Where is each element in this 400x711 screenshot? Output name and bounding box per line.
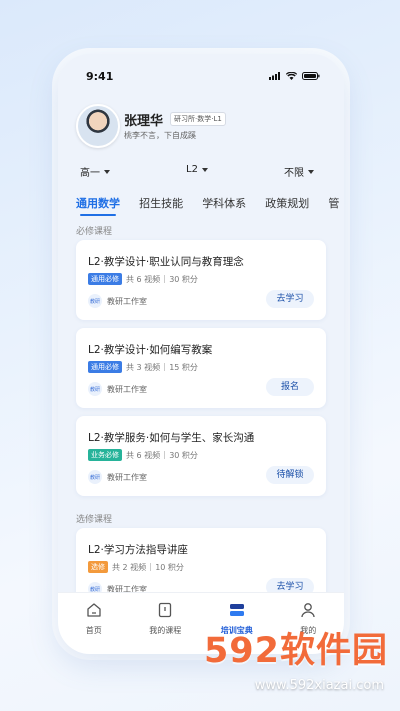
user-name: 张理华 <box>124 114 164 129</box>
enroll-button[interactable]: 报名 <box>266 378 314 396</box>
tab-general-math[interactable]: 通用数学 <box>76 195 120 216</box>
tabbar-home-label: 首页 <box>85 626 102 635</box>
grade-filter-label: 高一 <box>80 168 100 179</box>
course-card[interactable]: L2·教学服务·如何与学生、家长沟通 业务必修 共 6 视频 30 积分 教研 … <box>76 416 326 496</box>
org-name: 教研工作室 <box>107 472 147 482</box>
training-icon <box>229 604 244 616</box>
course-card[interactable]: L2·教学设计·职业认同与教育理念 通用必修 共 6 视频 30 积分 教研 教… <box>76 240 326 320</box>
tab-subject-system[interactable]: 学科体系 <box>202 195 246 211</box>
org-name: 教研工作室 <box>107 296 147 306</box>
points: 30 积分 <box>169 274 198 284</box>
points: 15 积分 <box>169 362 198 372</box>
course-org: 教研 教研工作室 <box>88 294 147 308</box>
avatar[interactable] <box>76 104 120 148</box>
course-org: 教研 教研工作室 <box>88 382 147 396</box>
video-count: 共 2 视频 <box>112 562 147 572</box>
tabbar-home[interactable]: 首页 <box>66 601 122 654</box>
tab-enrollment-skills[interactable]: 招生技能 <box>139 195 183 211</box>
category-tabs: 通用数学 招生技能 学科体系 政策规划 管 <box>76 192 344 220</box>
course-tag: 选修 <box>88 561 108 573</box>
home-icon <box>87 603 101 617</box>
filter-bar: 高一 L2 不限 <box>58 164 344 182</box>
divider <box>150 563 152 571</box>
course-tag: 通用必修 <box>88 273 122 285</box>
grade-filter[interactable]: 高一 <box>80 164 110 179</box>
tabbar-my-courses[interactable]: 我的课程 <box>137 601 193 654</box>
elective-section-label: 选修课程 <box>76 515 113 525</box>
course-card[interactable]: L2·教学设计·如何编写教案 通用必修 共 3 视频 15 积分 教研 教研工作… <box>76 328 326 408</box>
org-logo-icon: 教研 <box>88 470 102 484</box>
battery-icon <box>302 72 320 80</box>
course-meta: 通用必修 共 6 视频 30 积分 <box>88 273 198 285</box>
phone-frame: 9:41 张理华 研习所·数学·L1 桃李不言，下自成蹊 高一 L2 不限 通用… <box>58 54 344 654</box>
divider <box>164 451 166 459</box>
locked-button[interactable]: 待解锁 <box>266 466 314 484</box>
video-count: 共 6 视频 <box>126 274 161 284</box>
watermark-brand: 592软件园 <box>203 631 388 671</box>
course-meta: 通用必修 共 3 视频 15 积分 <box>88 361 198 373</box>
points: 30 积分 <box>169 450 198 460</box>
video-count: 共 3 视频 <box>126 362 161 372</box>
course-tag: 业务必修 <box>88 449 122 461</box>
wifi-icon <box>286 72 297 80</box>
course-title: L2·教学设计·如何编写教案 <box>88 344 213 356</box>
required-section-label: 必修课程 <box>76 227 113 237</box>
chevron-down-icon <box>201 167 208 172</box>
start-learning-button[interactable]: 去学习 <box>266 290 314 308</box>
status-time: 9:41 <box>86 70 114 83</box>
course-title: L2·教学服务·如何与学生、家长沟通 <box>88 432 255 444</box>
org-logo-icon: 教研 <box>88 294 102 308</box>
divider <box>164 363 166 371</box>
tab-policy-planning[interactable]: 政策规划 <box>265 195 309 211</box>
scope-filter-label: 不限 <box>284 168 304 179</box>
course-tag: 通用必修 <box>88 361 122 373</box>
points: 10 积分 <box>155 562 184 572</box>
chevron-down-icon <box>104 169 110 174</box>
chevron-down-icon <box>308 169 314 174</box>
level-filter[interactable]: L2 <box>186 164 208 175</box>
level-filter-label: L2 <box>186 164 198 175</box>
user-level-badge: 研习所·数学·L1 <box>170 112 226 126</box>
profile-header: 张理华 研习所·数学·L1 桃李不言，下自成蹊 <box>76 104 326 148</box>
divider <box>164 275 166 283</box>
org-name: 教研工作室 <box>107 384 147 394</box>
tab-more[interactable]: 管 <box>328 195 339 211</box>
scope-filter[interactable]: 不限 <box>284 164 314 179</box>
course-meta: 选修 共 2 视频 10 积分 <box>88 561 184 573</box>
video-count: 共 6 视频 <box>126 450 161 460</box>
course-title: L2·教学设计·职业认同与教育理念 <box>88 256 244 268</box>
profile-icon <box>301 603 315 618</box>
course-meta: 业务必修 共 6 视频 30 积分 <box>88 449 198 461</box>
course-title: L2·学习方法指导讲座 <box>88 544 188 556</box>
org-logo-icon: 教研 <box>88 382 102 396</box>
watermark-url: www.592xiazai.com <box>254 678 384 693</box>
status-bar: 9:41 <box>58 54 344 90</box>
course-org: 教研 教研工作室 <box>88 470 147 484</box>
signal-icon <box>269 72 280 80</box>
status-icons <box>269 72 320 80</box>
user-motto: 桃李不言，下自成蹊 <box>124 131 196 140</box>
tabbar-my-courses-label: 我的课程 <box>149 626 182 635</box>
book-icon <box>159 602 172 618</box>
